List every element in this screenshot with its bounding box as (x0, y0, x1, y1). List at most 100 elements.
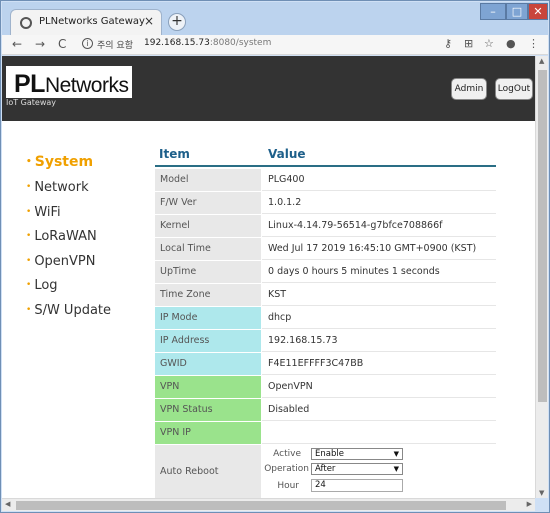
row-value (262, 422, 496, 444)
dropdown-arrow-icon: ▼ (393, 450, 399, 458)
row-key: UpTime (155, 261, 261, 283)
row-key: VPN (155, 376, 261, 398)
row-value: Linux-4.14.79-56514-g7bfce708866f (262, 215, 496, 237)
menu-item-label: System (34, 154, 94, 170)
new-tab-button[interactable]: + (168, 13, 186, 31)
active-select[interactable]: Enable ▼ (311, 448, 403, 460)
horizontal-scroll-thumb[interactable] (16, 501, 506, 510)
row-key: GWID (155, 353, 261, 375)
menu-item-lorawan[interactable]: • LoRaWAN (26, 229, 97, 244)
column-header-value: Value (268, 147, 306, 161)
table-header: Item Value (155, 144, 496, 167)
menu-item-network[interactable]: • Network (26, 180, 89, 195)
auto-reboot-label: Auto Reboot (155, 445, 261, 498)
bookmark-star-icon[interactable]: ☆ (484, 37, 494, 50)
table-row: VPN IP (155, 422, 496, 445)
vertical-scroll-thumb[interactable] (538, 70, 547, 402)
logo-networks: Networks (44, 74, 129, 97)
row-key: F/W Ver (155, 192, 261, 214)
url-path: :8080/system (209, 38, 272, 48)
info-icon[interactable]: i (82, 38, 93, 49)
security-label: 주의 요함 (97, 41, 133, 51)
row-key: Local Time (155, 238, 261, 260)
active-select-value: Enable (315, 449, 344, 459)
row-key: IP Mode (155, 307, 261, 329)
table-row: UpTime 0 days 0 hours 5 minutes 1 seconds (155, 261, 496, 284)
address-toolbar: ← → C i 주의 요함 192.168.15.73:8080/system … (2, 35, 548, 55)
scroll-down-arrow-icon[interactable]: ▼ (539, 489, 544, 497)
url-host: 192.168.15.73 (144, 38, 210, 48)
column-header-item: Item (159, 147, 190, 161)
row-value: 0 days 0 hours 5 minutes 1 seconds (262, 261, 496, 283)
table-row: GWID F4E11EFFFF3C47BB (155, 353, 496, 376)
close-tab-icon[interactable]: × (144, 14, 154, 28)
table-row: Kernel Linux-4.14.79-56514-g7bfce708866f (155, 215, 496, 238)
row-value: 192.168.15.73 (262, 330, 496, 352)
menu-item-label: LoRaWAN (34, 229, 97, 244)
hour-input[interactable]: 24 (311, 479, 403, 492)
row-value: 1.0.1.2 (262, 192, 496, 214)
key-icon[interactable]: ⚷ (444, 37, 452, 50)
table-row: VPN Status Disabled (155, 399, 496, 422)
globe-icon (20, 17, 32, 29)
menu-item-label: Log (34, 278, 58, 293)
back-arrow-icon[interactable]: ← (12, 37, 22, 51)
row-key: IP Address (155, 330, 261, 352)
operation-select-value: After (315, 464, 336, 474)
menu-item-openvpn[interactable]: • OpenVPN (26, 254, 96, 269)
browser-tab[interactable]: PLNetworks Gateway × (10, 9, 162, 35)
logout-button[interactable]: LogOut (495, 78, 533, 100)
row-key: VPN Status (155, 399, 261, 421)
logo-pl: PL (14, 70, 45, 98)
menu-item-wifi[interactable]: • WiFi (26, 205, 61, 220)
menu-item-sw-update[interactable]: • S/W Update (26, 303, 111, 318)
menu-item-label: S/W Update (34, 303, 112, 318)
address-bar[interactable]: i 주의 요함 192.168.15.73:8080/system (80, 36, 440, 53)
minimize-button[interactable]: – (480, 3, 506, 20)
menu-item-label: OpenVPN (34, 254, 96, 269)
menu-dots-icon[interactable]: ⋮ (528, 37, 539, 50)
page-content: PLNetworks IoT Gateway Admin LogOut • Sys… (2, 56, 535, 498)
operation-label: Operation (264, 464, 309, 474)
maximize-button[interactable]: □ (506, 3, 528, 20)
row-value: Wed Jul 17 2019 16:45:10 GMT+0900 (KST) (262, 238, 496, 260)
menu-item-log[interactable]: • Log (26, 278, 58, 293)
active-label: Active (273, 449, 301, 459)
profile-icon[interactable]: ● (506, 37, 516, 50)
translate-icon[interactable]: ⊞ (464, 37, 473, 50)
table-row: VPN OpenVPN (155, 376, 496, 399)
menu-item-label: WiFi (34, 205, 61, 220)
forward-arrow-icon[interactable]: → (35, 37, 45, 51)
site-header: PLNetworks IoT Gateway Admin LogOut (2, 56, 535, 121)
table-row: Model PLG400 (155, 169, 496, 192)
tab-strip: PLNetworks Gateway × + – □ ✕ (2, 2, 548, 35)
close-window-button[interactable]: ✕ (528, 3, 548, 20)
row-value: KST (262, 284, 496, 306)
scroll-right-arrow-icon[interactable]: ▶ (527, 500, 532, 508)
table-row: IP Mode dhcp (155, 307, 496, 330)
menu-item-label: Network (34, 180, 89, 195)
row-key: Time Zone (155, 284, 261, 306)
url-text[interactable]: 192.168.15.73:8080/system (144, 38, 271, 48)
logo[interactable]: PLNetworks (6, 66, 132, 98)
row-value: OpenVPN (262, 376, 496, 398)
logo-subtitle: IoT Gateway (6, 98, 57, 107)
tab-title: PLNetworks Gateway (39, 16, 145, 27)
table-row: Time Zone KST (155, 284, 496, 307)
table-row: IP Address 192.168.15.73 (155, 330, 496, 353)
row-key: Kernel (155, 215, 261, 237)
browser-window: PLNetworks Gateway × + – □ ✕ ← → C i 주의 … (0, 0, 550, 513)
table-row: Local Time Wed Jul 17 2019 16:45:10 GMT+0… (155, 238, 496, 261)
horizontal-scrollbar[interactable]: ◀ ▶ (2, 498, 535, 511)
auto-reboot-row: Auto Reboot Active Enable ▼ Operation Aft… (155, 445, 496, 498)
hour-label: Hour (277, 481, 299, 491)
row-value: dhcp (262, 307, 496, 329)
scroll-up-arrow-icon[interactable]: ▲ (539, 57, 544, 65)
dropdown-arrow-icon: ▼ (393, 465, 399, 473)
menu-item-system[interactable]: • System (26, 154, 93, 170)
scroll-left-arrow-icon[interactable]: ◀ (5, 500, 10, 508)
reload-icon[interactable]: C (58, 37, 66, 51)
operation-select[interactable]: After ▼ (311, 463, 403, 475)
vertical-scrollbar[interactable]: ▲ ▼ (535, 56, 548, 498)
admin-button[interactable]: Admin (451, 78, 487, 100)
